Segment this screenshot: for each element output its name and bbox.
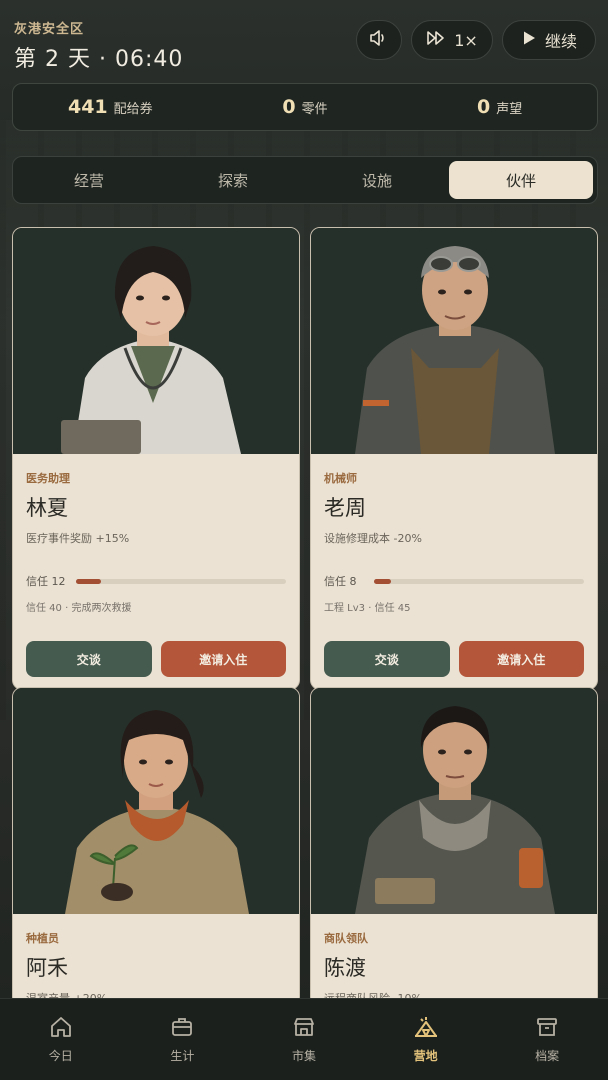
resource-value: 0 (477, 96, 491, 118)
speed-label: 1× (454, 30, 478, 50)
speaker-icon (369, 29, 389, 51)
speed-button[interactable]: 1× (411, 20, 493, 60)
camp-icon (413, 1015, 439, 1039)
trust-fill (374, 578, 391, 584)
companion-card[interactable]: 机械师 老周 设施修理成本 -20% 信任 8 工程 Lv3 · 信任 45 交… (310, 227, 598, 690)
continue-button[interactable]: 继续 (502, 20, 596, 60)
trust-requirement: 工程 Lv3 · 信任 45 (324, 603, 411, 614)
companion-name: 陈渡 (324, 956, 366, 980)
card-body: 机械师 老周 设施修理成本 -20% 信任 8 工程 Lv3 · 信任 45 交… (311, 454, 597, 689)
tab-facilities[interactable]: 设施 (305, 161, 449, 199)
nav-today[interactable]: 今日 (0, 999, 122, 1080)
nav-livelihood[interactable]: 生计 (122, 999, 244, 1080)
talk-button[interactable]: 交谈 (26, 641, 152, 677)
tab-operations[interactable]: 经营 (17, 161, 161, 199)
trust-row: 信任 12 (26, 573, 286, 589)
briefcase-icon (169, 1015, 195, 1039)
play-icon (521, 30, 537, 50)
nav-archive[interactable]: 档案 (486, 999, 608, 1080)
resource-value: 0 (282, 96, 296, 118)
nav-label: 市集 (291, 1049, 316, 1063)
companion-card[interactable]: 商队领队 陈渡 远程商队风险 -10% (310, 687, 598, 1007)
companion-name: 林夏 (26, 496, 68, 520)
nav-label: 生计 (170, 1049, 195, 1063)
fast-forward-icon (426, 30, 446, 50)
companion-role: 种植员 (26, 932, 59, 945)
invite-button[interactable]: 邀请入住 (160, 641, 286, 677)
section-tabs: 经营 探索 设施 伙伴 (12, 156, 598, 204)
talk-button[interactable]: 交谈 (324, 641, 450, 677)
nav-camp[interactable]: 营地 (365, 999, 487, 1080)
nav-market[interactable]: 市集 (243, 999, 365, 1080)
invite-button[interactable]: 邀请入住 (458, 641, 584, 677)
companion-bonus: 医疗事件奖励 +15% (26, 532, 130, 545)
companion-portrait (13, 688, 299, 914)
companion-portrait (311, 688, 597, 914)
trust-bar (76, 578, 286, 584)
trust-label: 信任 8 (324, 575, 357, 588)
card-actions: 交谈 邀请入住 (26, 641, 286, 689)
trust-bar (374, 578, 584, 584)
resource-value: 441 (67, 96, 108, 118)
market-icon (291, 1015, 317, 1039)
companion-card[interactable]: 医务助理 林夏 医疗事件奖励 +15% 信任 12 信任 40 · 完成两次救援… (12, 227, 300, 690)
companion-card[interactable]: 种植员 阿禾 温室产量 +20% (12, 687, 300, 1007)
trust-label: 信任 12 (26, 575, 66, 588)
tab-companions[interactable]: 伙伴 (449, 161, 593, 199)
companion-portrait (311, 228, 597, 454)
card-body: 商队领队 陈渡 远程商队风险 -10% (311, 914, 597, 1006)
companion-bonus: 设施修理成本 -20% (324, 532, 422, 545)
companion-portrait (13, 228, 299, 454)
companion-role: 机械师 (324, 472, 357, 485)
companion-name: 阿禾 (26, 956, 68, 980)
bottom-nav: 今日 生计 市集 营地 档案 (0, 998, 608, 1080)
companion-role: 商队领队 (324, 932, 368, 945)
archive-icon (534, 1015, 560, 1039)
resource-label: 声望 (496, 102, 523, 117)
trust-requirement: 信任 40 · 完成两次救援 (26, 603, 132, 614)
resource-rations: 441 配给券 (13, 96, 208, 118)
card-body: 医务助理 林夏 医疗事件奖励 +15% 信任 12 信任 40 · 完成两次救援… (13, 454, 299, 689)
resource-label: 零件 (301, 102, 328, 117)
trust-row: 信任 8 (324, 573, 584, 589)
header-controls: 1× 继续 (356, 20, 596, 60)
resource-bar: 441 配给券 0 零件 0 声望 (12, 83, 598, 131)
home-icon (48, 1015, 74, 1039)
companion-name: 老周 (324, 496, 366, 520)
tab-explore[interactable]: 探索 (161, 161, 305, 199)
companion-role: 医务助理 (26, 472, 70, 485)
resource-parts: 0 零件 (208, 96, 403, 118)
header: 灰港安全区 第 2 天 · 06:40 1× 继续 (14, 18, 596, 72)
nav-label: 今日 (48, 1049, 73, 1063)
nav-label: 营地 (413, 1049, 438, 1063)
card-actions: 交谈 邀请入住 (324, 641, 584, 689)
resource-label: 配给券 (113, 102, 153, 117)
trust-fill (76, 578, 102, 584)
nav-label: 档案 (535, 1049, 560, 1063)
card-body: 种植员 阿禾 温室产量 +20% (13, 914, 299, 1006)
continue-label: 继续 (544, 32, 577, 51)
sound-button[interactable] (356, 20, 402, 60)
resource-reputation: 0 声望 (402, 96, 597, 118)
